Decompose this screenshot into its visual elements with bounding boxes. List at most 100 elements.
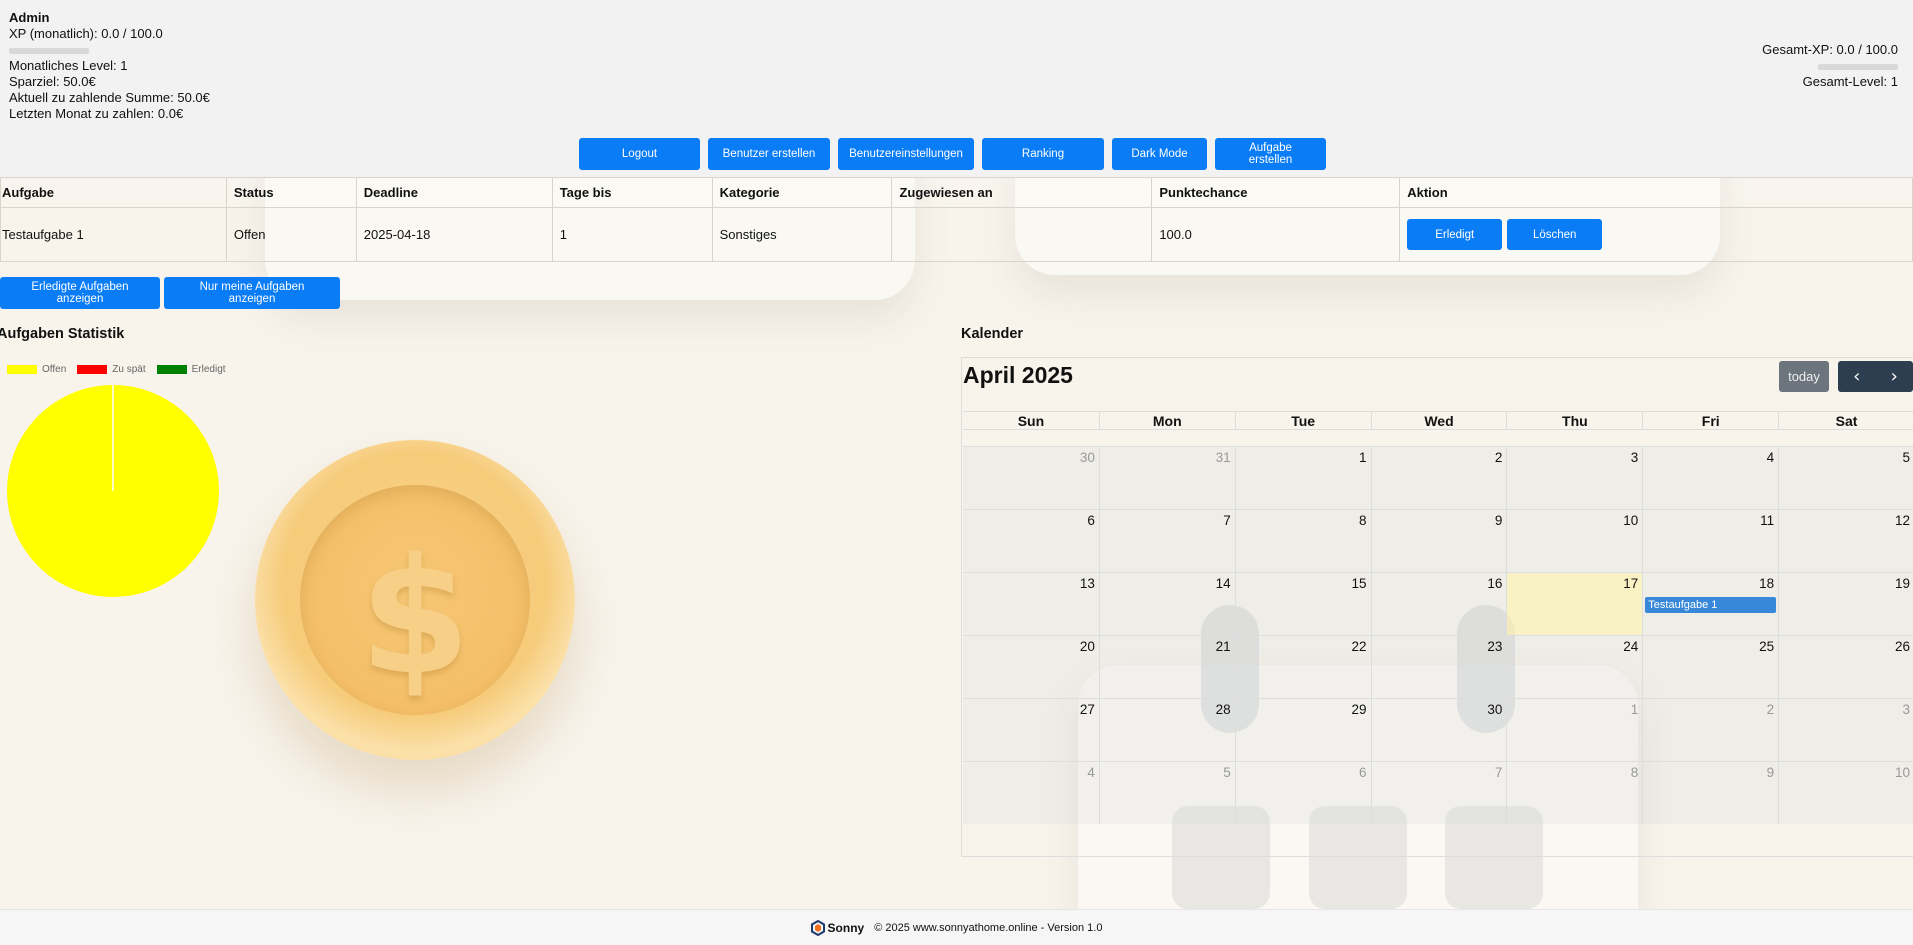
day-number: 4	[1766, 450, 1775, 465]
legend-item-done[interactable]: Erledigt	[156, 364, 226, 375]
task-assigned	[891, 207, 1153, 262]
calendar-day[interactable]: 10	[1778, 762, 1913, 824]
calendar-day[interactable]: 15	[1234, 573, 1371, 635]
calendar-day[interactable]: 12	[1778, 510, 1913, 572]
task-status: Offen	[225, 207, 357, 262]
ranking-button[interactable]: Ranking	[982, 138, 1104, 170]
monthly-level: Monatliches Level: 1	[9, 58, 128, 73]
only-my-tasks-button[interactable]: Nur meine Aufgaben anzeigen	[164, 277, 340, 309]
legend-swatch-done	[156, 365, 187, 374]
calendar-day[interactable]: 11	[1642, 510, 1779, 572]
calendar-day[interactable]: 9	[1370, 510, 1507, 572]
task-status-pie-chart[interactable]	[6, 384, 220, 598]
day-number: 20	[1079, 639, 1095, 654]
calendar-day[interactable]: 29	[1234, 699, 1371, 761]
calendar-day[interactable]: 20	[963, 636, 1099, 698]
day-number: 7	[1223, 513, 1231, 528]
day-number: 23	[1487, 639, 1503, 654]
calendar-day[interactable]: 31	[1098, 447, 1235, 509]
monthly-xp-text: XP (monatlich): 0.0 / 100.0	[9, 26, 163, 41]
calendar-month-title: April 2025	[963, 362, 1073, 388]
dark-mode-button[interactable]: Dark Mode	[1112, 138, 1207, 170]
coin-illustration: $	[255, 440, 575, 760]
show-done-tasks-button[interactable]: Erledigte Aufgaben anzeigen	[0, 277, 160, 309]
calendar-day[interactable]: 21	[1098, 636, 1235, 698]
calendar-day[interactable]: 7	[1370, 762, 1507, 824]
calendar-day[interactable]: 30	[1370, 699, 1507, 761]
total-xp-text: Gesamt-XP: 0.0 / 100.0	[1762, 42, 1898, 57]
legend-item-open[interactable]: Offen	[7, 364, 66, 375]
calendar-day[interactable]: 24	[1506, 636, 1643, 698]
calendar-grid: Sun Mon Tue Wed Thu Fri Sat 30 31 1 2 3 4 5 6 7 8 9 10 11 1…	[963, 411, 1913, 824]
task-category: Sonstiges	[711, 207, 893, 262]
calendar-day[interactable]: 1	[1506, 699, 1643, 761]
header: Admin XP (monatlich): 0.0 / 100.0 Monatl…	[0, 0, 1913, 177]
day-number: 19	[1894, 576, 1910, 591]
day-number: 25	[1759, 639, 1775, 654]
calendar-day[interactable]: 9	[1642, 762, 1779, 824]
legend-swatch-late	[77, 365, 108, 374]
calendar-event[interactable]: Testaufgabe 1	[1645, 597, 1777, 613]
current-amount: Aktuell zu zahlende Summe: 50.0€	[9, 90, 210, 105]
calendar-day[interactable]: 30	[963, 447, 1099, 509]
calendar-day[interactable]: 1	[1234, 447, 1371, 509]
create-task-button[interactable]: Aufgabe erstellen	[1215, 138, 1326, 170]
day-number: 9	[1494, 513, 1503, 528]
create-user-button[interactable]: Benutzer erstellen	[708, 138, 830, 170]
calendar-day[interactable]: 16	[1370, 573, 1507, 635]
calendar-day[interactable]: 27	[963, 699, 1099, 761]
calendar-week: 27 28 29 30 1 2 3	[963, 698, 1913, 761]
calendar-today-button[interactable]: today	[1779, 361, 1829, 392]
calendar-day[interactable]: 26	[1778, 636, 1913, 698]
calendar-day[interactable]: 14	[1098, 573, 1235, 635]
logout-button[interactable]: Logout	[579, 138, 700, 170]
calendar-day[interactable]: 13	[963, 573, 1099, 635]
mark-done-button[interactable]: Erledigt	[1407, 219, 1503, 250]
calendar-section-title: Kalender	[961, 326, 1024, 342]
weekday-mon: Mon	[1098, 412, 1235, 430]
calendar-week: 30 31 1 2 3 4 5	[963, 446, 1913, 509]
chevron-left-icon[interactable]: ‹	[1838, 361, 1876, 392]
day-number: 16	[1487, 576, 1503, 591]
total-info: Gesamt-XP: 0.0 / 100.0 Gesamt-Level: 1	[1762, 42, 1898, 90]
calendar-day[interactable]: 23	[1370, 636, 1507, 698]
user-settings-button[interactable]: Benutzereinstellungen	[838, 138, 974, 170]
chevron-right-icon[interactable]: ›	[1876, 361, 1913, 392]
calendar-day[interactable]: 5	[1778, 447, 1913, 509]
legend-item-late[interactable]: Zu spät	[77, 364, 146, 375]
calendar-day[interactable]: 6	[1234, 762, 1371, 824]
header-days-until: Tage bis	[551, 177, 713, 208]
delete-button[interactable]: Löschen	[1507, 219, 1603, 250]
calendar-day[interactable]: 18 Testaufgabe 1	[1642, 573, 1779, 635]
calendar-day[interactable]: 5	[1098, 762, 1235, 824]
calendar-day[interactable]: 8	[1506, 762, 1643, 824]
calendar-day[interactable]: 19	[1778, 573, 1913, 635]
calendar-day[interactable]: 3	[1778, 699, 1913, 761]
day-number: 30	[1079, 450, 1095, 465]
footer-text: © 2025 www.sonnyathome.online - Version …	[874, 921, 1103, 934]
calendar-day[interactable]: 25	[1642, 636, 1779, 698]
calendar-day[interactable]: 6	[963, 510, 1099, 572]
day-number: 5	[1223, 765, 1231, 780]
calendar-day-today[interactable]: 17	[1506, 573, 1643, 635]
day-number: 6	[1087, 513, 1095, 528]
calendar-day[interactable]: 4	[963, 762, 1099, 824]
calendar-day[interactable]: 2	[1642, 699, 1779, 761]
calendar-day[interactable]: 2	[1370, 447, 1507, 509]
day-number: 14	[1215, 576, 1231, 591]
weekday-sat: Sat	[1778, 412, 1913, 430]
calendar-day[interactable]: 10	[1506, 510, 1643, 572]
calendar-day[interactable]: 22	[1234, 636, 1371, 698]
day-number: 8	[1359, 513, 1367, 528]
chart-legend: Offen Zu spät Erledigt	[7, 364, 231, 375]
day-number: 31	[1215, 450, 1231, 465]
calendar-day[interactable]: 28	[1098, 699, 1235, 761]
calendar-day[interactable]: 3	[1506, 447, 1643, 509]
calendar-day[interactable]: 7	[1098, 510, 1235, 572]
calendar-day[interactable]: 4	[1642, 447, 1779, 509]
legend-label-late: Zu spät	[112, 364, 146, 375]
calendar-day[interactable]: 8	[1234, 510, 1371, 572]
task-points: 100.0	[1151, 207, 1401, 262]
table-row: Testaufgabe 1 Offen 2025-04-18 1 Sonstig…	[0, 207, 1913, 262]
header-deadline: Deadline	[355, 177, 553, 208]
